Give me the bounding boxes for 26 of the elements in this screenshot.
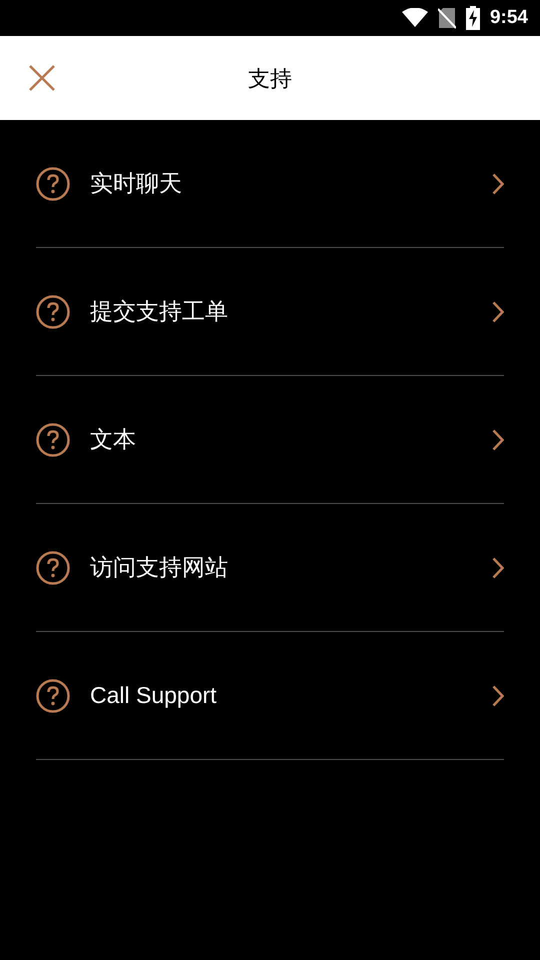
no-sim-icon: [438, 7, 456, 29]
chevron-right-icon: [492, 172, 504, 194]
help-icon: [36, 166, 70, 200]
header-title: 支持: [248, 64, 292, 92]
chevron-right-icon: [492, 556, 504, 578]
help-icon: [36, 550, 70, 584]
help-icon: [36, 422, 70, 456]
option-label: Call Support: [90, 681, 218, 710]
option-label: 文本: [90, 425, 137, 454]
option-label: 访问支持网站: [90, 553, 229, 582]
battery-charging-icon: [466, 6, 480, 30]
chevron-right-icon: [492, 684, 504, 706]
status-time: 9:54: [490, 6, 528, 30]
chevron-right-icon: [492, 300, 504, 322]
support-option[interactable]: 访问支持网站: [36, 504, 504, 632]
wifi-icon: [402, 8, 428, 28]
support-option[interactable]: 文本: [36, 376, 504, 504]
support-option[interactable]: 提交支持工单: [36, 248, 504, 376]
help-icon: [36, 294, 70, 328]
option-label: 提交支持工单: [90, 297, 229, 326]
chevron-right-icon: [492, 428, 504, 450]
option-label: 实时聊天: [90, 169, 183, 198]
support-option[interactable]: 实时聊天: [36, 120, 504, 248]
help-icon: [36, 678, 70, 712]
close-icon: [29, 65, 55, 91]
support-option[interactable]: Call Support: [36, 632, 504, 760]
